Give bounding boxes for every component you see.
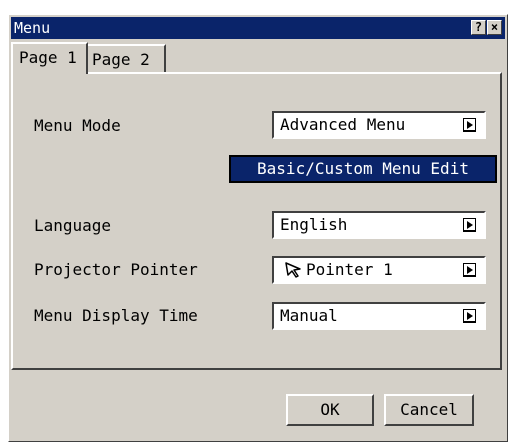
menu-display-time-value: Manual xyxy=(280,306,338,325)
menu-mode-select[interactable]: Advanced Menu xyxy=(272,111,486,139)
dropdown-arrow-icon[interactable] xyxy=(463,309,476,323)
menu-display-time-label: Menu Display Time xyxy=(34,306,198,325)
arrow-pointer-icon xyxy=(285,262,301,278)
basic-custom-menu-edit-button[interactable]: Basic/Custom Menu Edit xyxy=(229,155,497,183)
dropdown-arrow-icon[interactable] xyxy=(463,263,476,277)
window-title: Menu xyxy=(14,19,51,37)
language-value: English xyxy=(280,215,348,234)
projector-pointer-select[interactable]: Pointer 1 xyxy=(272,256,486,284)
tab-page-2[interactable]: Page 2 xyxy=(86,44,166,72)
menu-mode-value: Advanced Menu xyxy=(280,115,406,134)
title-bar: Menu ? × xyxy=(11,17,505,39)
projector-pointer-value: Pointer 1 xyxy=(306,260,393,279)
dropdown-arrow-icon[interactable] xyxy=(463,218,476,232)
projector-pointer-label: Projector Pointer xyxy=(34,260,198,279)
close-button[interactable]: × xyxy=(487,20,502,35)
language-label: Language xyxy=(34,216,112,235)
ok-button[interactable]: OK xyxy=(286,394,374,426)
cancel-button[interactable]: Cancel xyxy=(384,394,474,426)
menu-display-time-select[interactable]: Manual xyxy=(272,302,486,330)
menu-mode-label: Menu Mode xyxy=(34,116,121,135)
dropdown-arrow-icon[interactable] xyxy=(463,118,476,132)
language-select[interactable]: English xyxy=(272,211,486,239)
help-button[interactable]: ? xyxy=(471,20,486,35)
tab-page-1[interactable]: Page 1 xyxy=(11,42,88,74)
